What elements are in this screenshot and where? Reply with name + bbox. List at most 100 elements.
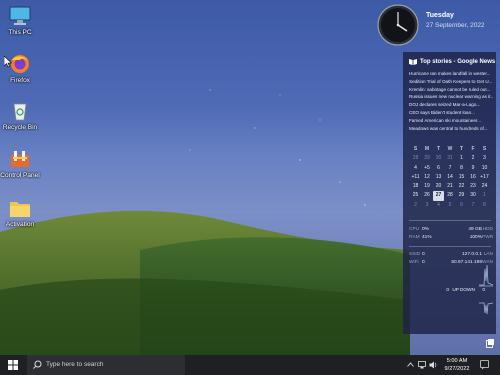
news-item[interactable]: Sedition Trial of Oath Keepers to Get U.… [409, 78, 493, 86]
gadget-day: Tuesday [426, 12, 454, 19]
pwr-value: 100% [469, 235, 482, 240]
desktop-icon-label: Activation [5, 221, 35, 228]
calendar-day[interactable]: 13 [433, 173, 444, 182]
desktop-icon-this-pc[interactable]: This PC [0, 6, 40, 36]
calendar-day[interactable]: +5 [422, 164, 433, 173]
calendar-day[interactable]: 18 [410, 182, 421, 191]
calendar-day[interactable]: +11 [410, 173, 421, 182]
network-icon[interactable] [418, 361, 427, 369]
calendar-day[interactable]: 3 [479, 154, 490, 163]
notification-icon[interactable] [480, 360, 489, 370]
calendar-day[interactable]: 6 [433, 164, 444, 173]
calendar-day[interactable]: 9 [468, 164, 479, 173]
calendar-day[interactable]: 1 [479, 191, 490, 200]
calendar-day[interactable]: 10 [479, 164, 490, 173]
up-value: 0 [446, 288, 449, 293]
calendar-row: 18 19 20 21 22 23 24 [410, 182, 490, 191]
notes-icon[interactable] [486, 339, 494, 348]
desktop-icon-recycle-bin[interactable]: Recycle Bin [0, 101, 40, 131]
news-item[interactable]: Russia issues new nuclear warning as it.… [409, 93, 493, 101]
calendar-day[interactable]: 22 [456, 182, 467, 191]
calendar-day[interactable]: 16 [468, 173, 479, 182]
calendar-day[interactable]: 1 [456, 154, 467, 163]
calendar-day[interactable]: 25 [410, 191, 421, 200]
calendar-weekday: S [482, 146, 487, 152]
recycle-bin-icon [9, 101, 31, 121]
calendar-day[interactable]: 3 [422, 201, 433, 210]
calendar-day[interactable]: 29 [422, 154, 433, 163]
start-windows-icon[interactable] [8, 360, 18, 370]
taskbar-clock[interactable]: 5:00 AM 9/27/2022 [442, 357, 472, 373]
calendar-day[interactable]: 26 [422, 191, 433, 200]
desktop-icon-label: Recycle Bin [2, 124, 38, 131]
calendar-row: +11 12 13 14 15 16 +17 [410, 173, 490, 182]
calendar-day[interactable]: 12 [422, 173, 433, 182]
monitor-icon [9, 6, 31, 26]
desktop-icon-label: Control Panel [0, 172, 40, 179]
calendar-day[interactable]: 27 [433, 191, 444, 201]
calendar-day[interactable]: 7 [445, 164, 456, 173]
calendar-day[interactable]: 30 [468, 191, 479, 200]
calendar-day[interactable]: 15 [456, 173, 467, 182]
calendar-weekday: T [459, 146, 464, 152]
news-item[interactable]: Meadows was central to hundreds of... [409, 125, 493, 133]
up-down-traffic: 0 UP DOWN 0 [409, 288, 493, 293]
calendar-day[interactable]: 5 [445, 201, 456, 210]
calendar-day[interactable]: 7 [468, 201, 479, 210]
up-label: UP [452, 288, 459, 293]
desktop-icon-control-panel[interactable]: Control Panel [0, 149, 41, 179]
news-item[interactable]: CEO says Biden't student loan... [409, 109, 493, 117]
calendar-weekday: W [447, 146, 453, 152]
network-activity-graph [479, 264, 493, 315]
calendar-day[interactable]: +17 [479, 173, 490, 182]
taskbar-date: 9/27/2022 [444, 366, 470, 372]
gadget-date: 27 September, 2022 [426, 22, 485, 29]
calendar-weekday: M [424, 146, 430, 152]
down-label: DOWN [459, 288, 475, 293]
news-item[interactable]: Famed American ski mountaineer... [409, 117, 493, 125]
calendar-day[interactable]: 8 [479, 201, 490, 210]
calendar-day[interactable]: 29 [456, 191, 467, 200]
desktop-icon-activation[interactable]: Activation [0, 198, 40, 228]
volume-icon[interactable] [429, 361, 438, 369]
calendar-day[interactable]: 31 [445, 154, 456, 163]
search-icon [33, 360, 42, 369]
calendar-day[interactable]: 4 [433, 201, 444, 210]
calendar-day[interactable]: 8 [456, 164, 467, 173]
calendar-grid: S M T W T F S 28 29 30 31 1 2 3 4 +5 6 7 8 9 10 +11 12 13 14 15 16… [410, 145, 490, 210]
desktop-icon-label: Firefox [10, 77, 30, 84]
calendar-row: SMTWTFS [410, 145, 490, 154]
folder-icon [9, 198, 31, 218]
calendar-day[interactable]: 19 [422, 182, 433, 191]
taskbar-search-box[interactable]: Type here to search [27, 355, 185, 375]
calendar-day[interactable]: 4 [410, 164, 421, 173]
calendar-day[interactable]: 28 [410, 154, 421, 163]
wifi-label: WiFi [409, 260, 419, 265]
calendar-day[interactable]: 23 [468, 182, 479, 191]
down-value: 0 [482, 288, 485, 293]
taskbar: Type here to search 5:00 AM 9/27/2022 [0, 355, 500, 375]
calendar-row: 2345678 [410, 201, 490, 210]
calendar-day[interactable]: 6 [456, 201, 467, 210]
wifi-value: 0 [422, 260, 425, 265]
desktop: This PC Firefox Recycle Bin Control Pane… [0, 0, 500, 355]
calendar-day[interactable]: 21 [445, 182, 456, 191]
calendar-day[interactable]: 28 [445, 191, 456, 200]
hdd-value: 49 GB [468, 227, 482, 232]
calendar-day[interactable]: 14 [445, 173, 456, 182]
chevron-up-icon[interactable] [407, 362, 414, 367]
news-header: Top stories - Google News [409, 59, 495, 65]
calendar-day[interactable]: 30 [433, 154, 444, 163]
calendar-day[interactable]: 20 [433, 182, 444, 191]
lan-value: 127.0.0.1 [461, 252, 482, 257]
calendar-day[interactable]: 24 [479, 182, 490, 191]
news-item[interactable]: Hurricane Ian makes landfall in wester..… [409, 70, 493, 78]
control-panel-icon [9, 149, 31, 169]
calendar-row: 28 29 30 31 1 2 3 [410, 154, 490, 163]
calendar-day[interactable]: 2 [410, 201, 421, 210]
book-icon [409, 59, 417, 65]
news-item[interactable]: Kremlin: sabotage cannot be ruled out... [409, 86, 493, 94]
ram-label: RAM [409, 235, 420, 240]
calendar-day[interactable]: 2 [468, 154, 479, 163]
news-item[interactable]: DOJ declares seized Mar-a-Lago... [409, 101, 493, 109]
